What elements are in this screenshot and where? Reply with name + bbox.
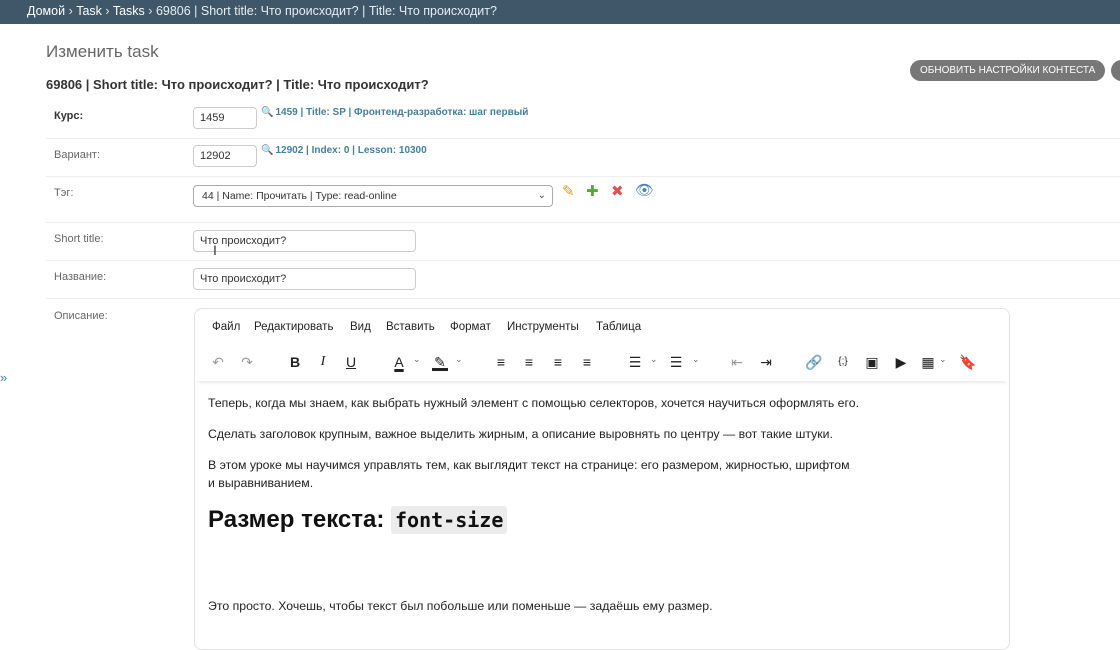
outdent-icon[interactable]: ⇤: [729, 353, 745, 371]
table-icon[interactable]: ▦: [919, 353, 937, 371]
course-lookup[interactable]: 🔍 1459 | Title: SP | Фронтенд-разработка:…: [261, 107, 528, 118]
content-paragraph[interactable]: Это просто. Хочешь, чтобы текст был побо…: [208, 598, 712, 615]
variant-lookup[interactable]: 🔍 12902 | Index: 0 | Lesson: 10300: [261, 145, 427, 156]
chevron-down-icon: ⌄: [537, 190, 546, 201]
form-row-name: Название:: [46, 260, 1120, 299]
menu-table[interactable]: Таблица: [596, 321, 641, 333]
course-label: Курс:: [54, 110, 84, 122]
short-title-input[interactable]: [193, 230, 416, 252]
breadcrumb-home-link[interactable]: Домой: [27, 4, 65, 18]
name-input[interactable]: [193, 268, 416, 290]
search-icon[interactable]: 🔍: [261, 107, 273, 118]
variant-lookup-link[interactable]: 12902 | Index: 0 | Lesson: 10300: [275, 145, 426, 156]
name-label: Название:: [54, 271, 107, 283]
justify-icon[interactable]: ≡: [579, 353, 595, 371]
chevron-down-icon[interactable]: ⌄: [939, 354, 947, 365]
italic-icon[interactable]: I: [315, 353, 331, 371]
update-contest-settings-button[interactable]: ОБНОВИТЬ НАСТРОЙКИ КОНТЕСТА: [910, 60, 1106, 81]
variant-label: Вариант:: [54, 149, 101, 161]
object-tools: ОБНОВИТЬ НАСТРОЙКИ КОНТЕСТАКО: [910, 60, 1120, 81]
breadcrumb-app-link[interactable]: Task: [76, 4, 102, 18]
menu-view[interactable]: Вид: [350, 321, 371, 333]
edit-icon[interactable]: ✎: [562, 184, 575, 200]
tag-select-value: 44 | Name: Прочитать | Type: read-online: [202, 190, 397, 202]
object-title: 69806 | Short title: Что происходит? | T…: [46, 77, 429, 92]
heading-text: Размер текста:: [208, 506, 385, 533]
form-row-short-title: Short title:: [46, 222, 1120, 261]
media-icon[interactable]: ▶: [892, 353, 910, 371]
align-left-icon[interactable]: ≡: [493, 353, 509, 371]
form-row-tag: Тэг: 44 | Name: Прочитать | Type: read-o…: [46, 176, 1120, 223]
heading-code: font-size: [391, 506, 508, 534]
chevron-down-icon[interactable]: ⌄: [650, 354, 658, 365]
menu-format[interactable]: Формат: [450, 321, 491, 333]
breadcrumb-separator: ›: [68, 4, 73, 18]
menu-edit[interactable]: Редактировать: [254, 321, 333, 333]
rich-text-editor: Файл Редактировать Вид Вставить Формат И…: [194, 308, 1010, 650]
breadcrumb-current: 69806 | Short title: Что происходит? | T…: [155, 4, 497, 18]
chevron-down-icon[interactable]: ⌄: [455, 354, 463, 365]
tag-select[interactable]: 44 | Name: Прочитать | Type: read-online…: [193, 185, 553, 207]
text-cursor-icon: I: [213, 242, 217, 258]
bold-icon[interactable]: B: [287, 353, 303, 371]
description-label: Описание:: [54, 310, 108, 322]
editor-menubar: Файл Редактировать Вид Вставить Формат И…: [195, 309, 1009, 345]
breadcrumb-model-link[interactable]: Tasks: [113, 4, 145, 18]
code-sample-icon[interactable]: {;}: [832, 353, 854, 371]
underline-icon[interactable]: U: [343, 353, 359, 371]
add-icon[interactable]: ✚: [586, 184, 599, 200]
page-title: Изменить task: [46, 42, 159, 61]
chevron-down-icon[interactable]: ⌄: [692, 354, 700, 365]
content-paragraph[interactable]: В этом уроке мы научимся управлять тем, …: [208, 457, 850, 474]
tag-label: Тэг:: [54, 187, 74, 199]
redo-icon[interactable]: ↷: [238, 353, 256, 371]
highlight-color-icon[interactable]: ✎: [432, 353, 448, 371]
menu-insert[interactable]: Вставить: [386, 321, 435, 333]
numbered-list-icon[interactable]: ☰: [668, 353, 684, 371]
undo-icon[interactable]: ↶: [209, 353, 227, 371]
breadcrumb-separator: ›: [105, 4, 110, 18]
align-center-icon[interactable]: ≡: [521, 353, 537, 371]
text-color-icon[interactable]: A: [391, 353, 407, 371]
link-icon[interactable]: 🔗: [805, 353, 823, 371]
bullet-list-icon[interactable]: ☰: [627, 353, 643, 371]
form-row-course: Курс: 🔍1459 | Title: SP | Фронтенд-разра…: [46, 100, 1120, 139]
breadcrumb: Домой › Task › Tasks › 69806 | Short tit…: [27, 4, 497, 18]
breadcrumb-separator: ›: [148, 4, 153, 18]
breadcrumb-bar: Домой › Task › Tasks › 69806 | Short tit…: [0, 0, 1120, 24]
course-lookup-link[interactable]: 1459 | Title: SP | Фронтенд-разработка: …: [275, 107, 528, 118]
content-paragraph[interactable]: Сделать заголовок крупным, важное выдели…: [208, 426, 833, 443]
object-tool-button[interactable]: КО: [1111, 60, 1120, 81]
content-paragraph[interactable]: Теперь, когда мы знаем, как выбрать нужн…: [208, 395, 859, 412]
course-id-input[interactable]: [193, 107, 257, 129]
chevron-down-icon[interactable]: ⌄: [413, 354, 421, 365]
sidebar-toggle-icon[interactable]: »: [0, 370, 7, 385]
search-icon[interactable]: 🔍: [261, 145, 273, 156]
menu-tools[interactable]: Инструменты: [507, 321, 579, 333]
bookmark-icon[interactable]: 🔖: [959, 353, 977, 371]
indent-icon[interactable]: ⇥: [758, 353, 774, 371]
image-icon[interactable]: ▣: [863, 353, 881, 371]
menu-file[interactable]: Файл: [212, 321, 240, 333]
variant-id-input[interactable]: [193, 145, 257, 167]
editor-toolbar: ↶ ↷ B I U A ⌄ ✎ ⌄ ≡ ≡ ≡ ≡ ☰ ⌄ ☰ ⌄ ⇤ ⇥ 🔗 …: [195, 345, 1009, 381]
short-title-label: Short title:: [54, 233, 104, 245]
delete-icon[interactable]: ✖: [611, 184, 624, 200]
content-heading[interactable]: Размер текста: font-size: [208, 506, 508, 534]
view-icon[interactable]: 👁: [635, 183, 654, 199]
form-row-variant: Вариант: 🔍12902 | Index: 0 | Lesson: 103…: [46, 138, 1120, 177]
content-paragraph[interactable]: и выравниванием.: [208, 475, 313, 492]
align-right-icon[interactable]: ≡: [550, 353, 566, 371]
